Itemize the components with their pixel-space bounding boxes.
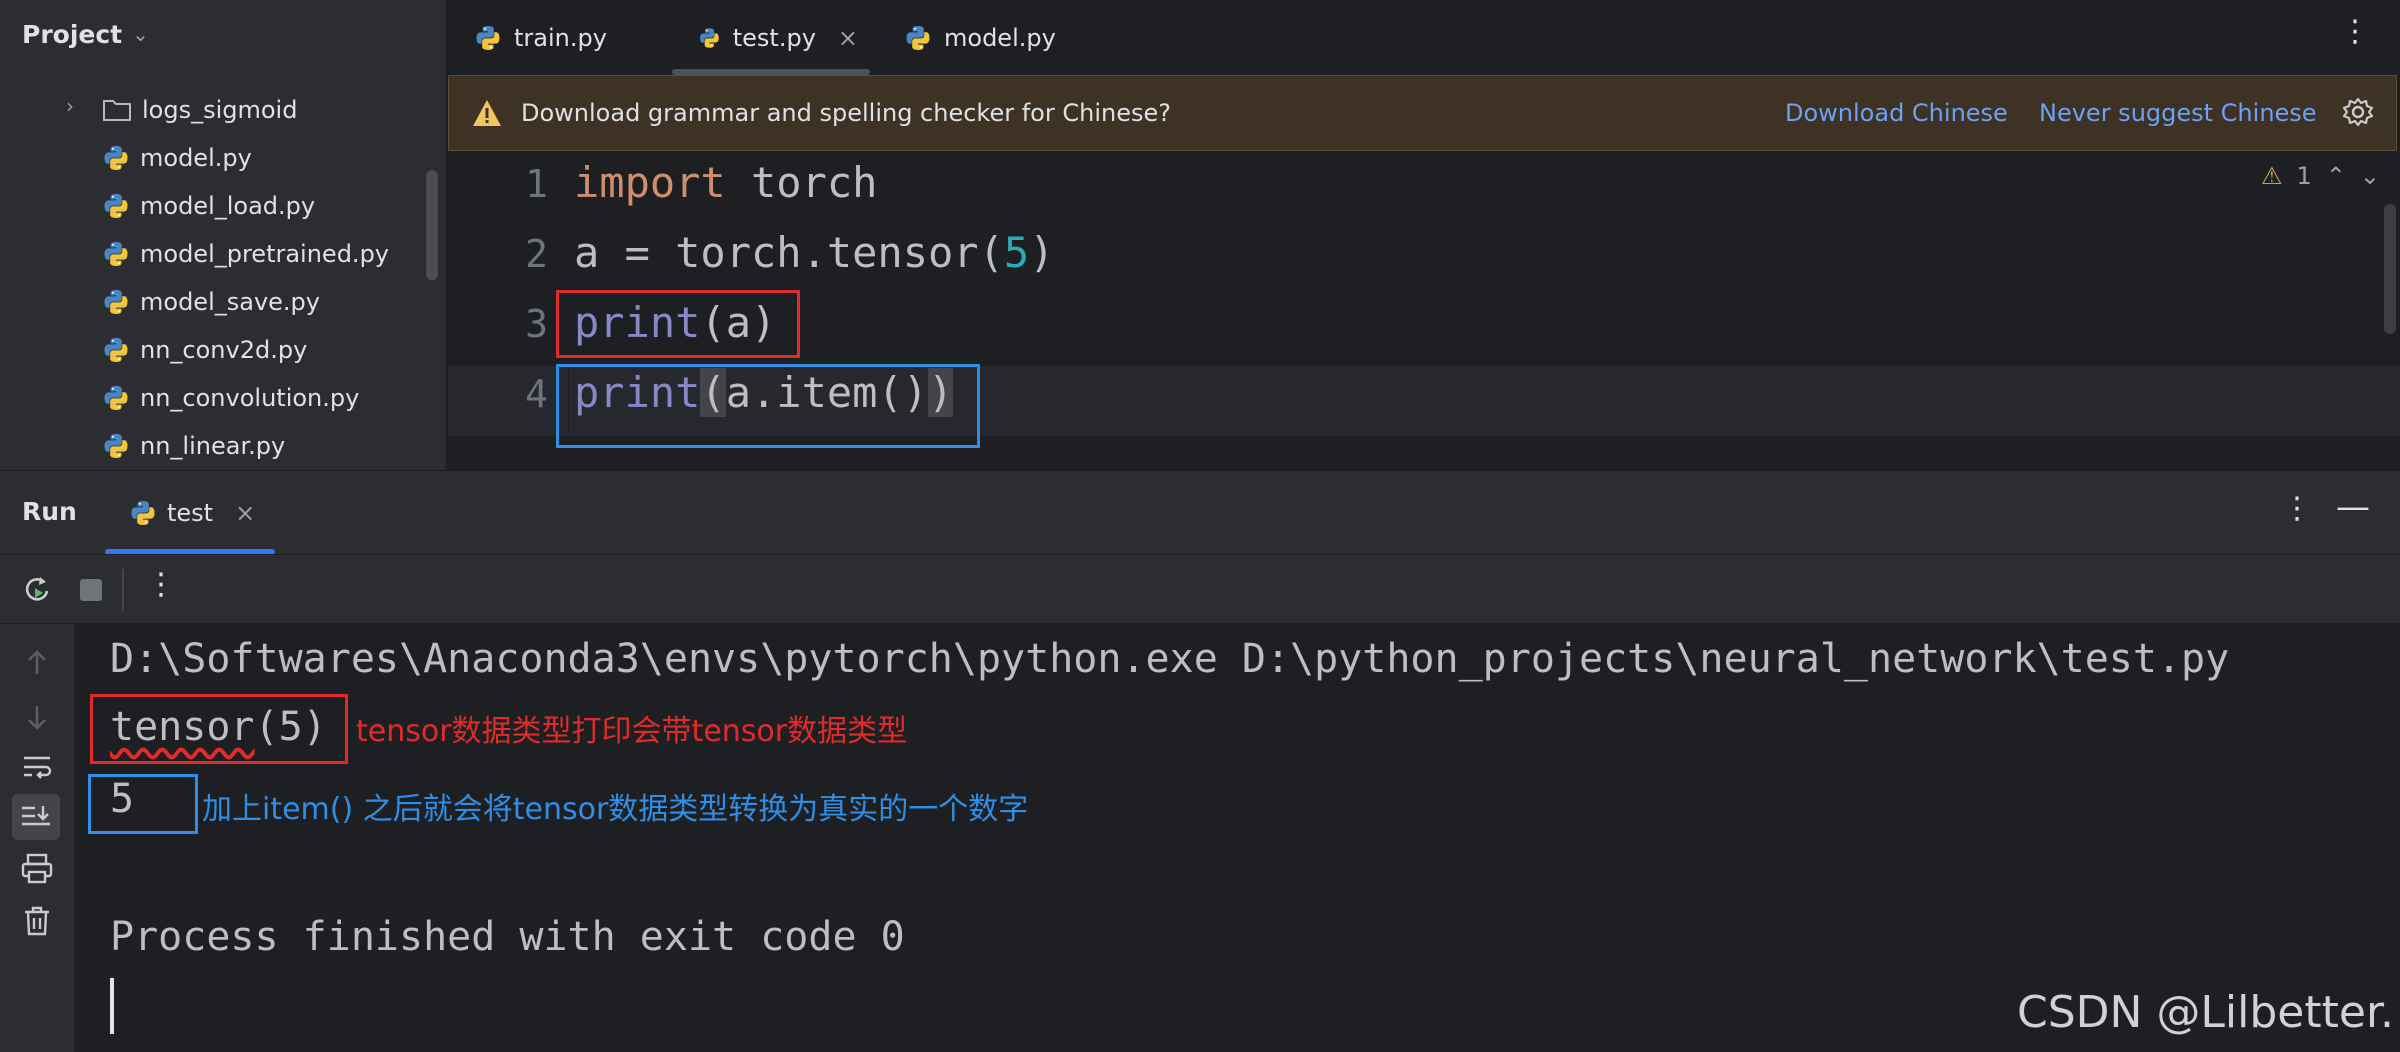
tab-model-py[interactable]: model.py [882,0,1080,75]
tree-item-label: model_pretrained.py [140,240,389,268]
arrow-down-icon[interactable] [18,698,56,736]
code-text: a = torch.tensor( [574,228,1004,277]
rerun-icon[interactable] [20,573,54,607]
python-file-icon [474,24,502,52]
annotation-blue-note: 加上item() 之后就会将tensor数据类型转换为真实的一个数字 [202,792,1029,827]
project-header[interactable]: Project ⌄ [0,0,446,68]
tree-item-label: logs_sigmoid [142,96,298,124]
soft-wrap-icon[interactable] [18,748,56,786]
tab-label: test.py [732,23,816,52]
never-suggest-chinese-link[interactable]: Never suggest Chinese [2039,99,2317,127]
more-vertical-icon[interactable]: ⋮ [2340,14,2370,49]
chevron-down-icon[interactable]: ⌄ [2360,162,2380,190]
code-line-2[interactable]: a = torch.tensor(5) [574,228,1054,277]
annotation-red-box-output [90,694,348,764]
python-file-icon [102,336,130,364]
folder-icon [103,100,131,121]
python-run-icon [129,499,157,527]
python-file-icon [102,384,130,412]
python-file-icon [102,288,130,316]
toolbar-separator [122,569,124,611]
console-finish-message: Process finished with exit code 0 [110,914,905,960]
annotation-blue-box-code [556,364,980,448]
chevron-right-icon[interactable]: › [66,94,74,118]
keyword-import: import [574,158,726,207]
annotation-red-box-code [556,290,800,358]
warning-icon: ⚠ [2260,162,2283,190]
tree-item-label: model_load.py [140,192,316,220]
editor-tabs: train.py test.py × model.py ⋮ [448,0,2400,75]
scroll-to-end-icon [22,806,50,826]
chevron-up-icon[interactable]: ⌃ [2326,162,2346,190]
more-vertical-icon[interactable]: ⋮ [146,567,176,602]
tree-item-model-pretrained[interactable]: model_pretrained.py [102,232,389,276]
gear-icon[interactable] [2342,96,2374,128]
line-number: 2 [525,232,548,276]
python-file-icon [904,24,932,52]
inspection-widget[interactable]: ⚠ 1 ⌃ ⌄ [2261,162,2380,190]
tab-label: model.py [944,23,1056,52]
tree-item-nn-linear[interactable]: nn_linear.py [102,424,285,468]
code-text: ) [1029,228,1055,277]
run-side-toolbar [0,624,74,1052]
run-tool-header: Run test × ⋮ — [0,470,2400,555]
tree-item-model-save[interactable]: model_save.py [102,280,320,324]
minimize-icon[interactable]: — [2336,487,2370,527]
line-number: 4 [525,372,548,416]
tree-item-label: model_save.py [140,288,320,316]
tree-item-label: nn_linear.py [140,432,286,460]
project-title: Project [22,19,123,49]
download-chinese-link[interactable]: Download Chinese [1785,99,2008,127]
close-icon[interactable]: × [838,24,858,52]
run-console[interactable]: D:\Softwares\Anaconda3\envs\pytorch\pyth… [74,624,2400,1052]
annotation-red-note: tensor数据类型打印会带tensor数据类型 [356,714,908,749]
console-command: D:\Softwares\Anaconda3\envs\pytorch\pyth… [110,636,2230,682]
tree-item-label: nn_conv2d.py [140,336,308,364]
notification-banner: Download grammar and spelling checker fo… [448,75,2397,151]
tab-label: train.py [514,23,607,52]
python-file-icon [102,432,130,460]
warning-icon [473,100,501,126]
python-file-icon [102,144,130,172]
tree-item-label: nn_convolution.py [140,384,360,412]
scroll-to-end-toggle[interactable] [12,794,60,840]
trash-icon[interactable] [18,902,56,940]
annotation-blue-box-output [88,774,198,834]
project-panel: Project ⌄ › logs_sigmoid model.py model_… [0,0,447,470]
line-number: 1 [525,162,548,206]
watermark: CSDN @Lilbetter. [2016,987,2394,1038]
python-file-icon [102,192,130,220]
tree-item-logs-sigmoid[interactable]: logs_sigmoid [102,88,297,132]
run-title: Run [22,497,77,526]
tab-train-py[interactable]: train.py [448,0,660,75]
tab-test-py[interactable]: test.py × [660,0,882,75]
code-line-1[interactable]: import torch [574,158,877,207]
python-file-icon [698,24,721,52]
chevron-down-icon[interactable]: ⌄ [132,22,149,46]
run-tab-label: test [167,499,214,527]
tree-item-model[interactable]: model.py [102,136,252,180]
more-vertical-icon[interactable]: ⋮ [2282,491,2312,526]
run-tab-test[interactable]: test × [105,471,275,555]
stop-icon[interactable] [74,573,108,607]
warning-count: 1 [2296,162,2312,190]
close-icon[interactable]: × [235,499,255,527]
python-file-icon [102,240,130,268]
console-caret [110,978,114,1034]
arrow-up-icon[interactable] [18,644,56,682]
tree-item-model-load[interactable]: model_load.py [102,184,315,228]
line-number: 3 [525,302,548,346]
tree-item-nn-convolution[interactable]: nn_convolution.py [102,376,359,420]
code-editor[interactable]: 1 2 3 4 import torch a = torch.tensor(5)… [448,152,2400,470]
banner-message: Download grammar and spelling checker fo… [521,99,1171,127]
code-text: torch [725,158,878,207]
editor-scrollbar[interactable] [2384,204,2396,334]
number-literal: 5 [1003,228,1030,277]
project-scrollbar[interactable] [426,170,438,280]
run-toolbar: ⋮ [0,554,2400,624]
print-icon[interactable] [18,850,56,888]
tree-item-nn-conv2d[interactable]: nn_conv2d.py [102,328,307,372]
tree-item-label: model.py [140,144,252,172]
